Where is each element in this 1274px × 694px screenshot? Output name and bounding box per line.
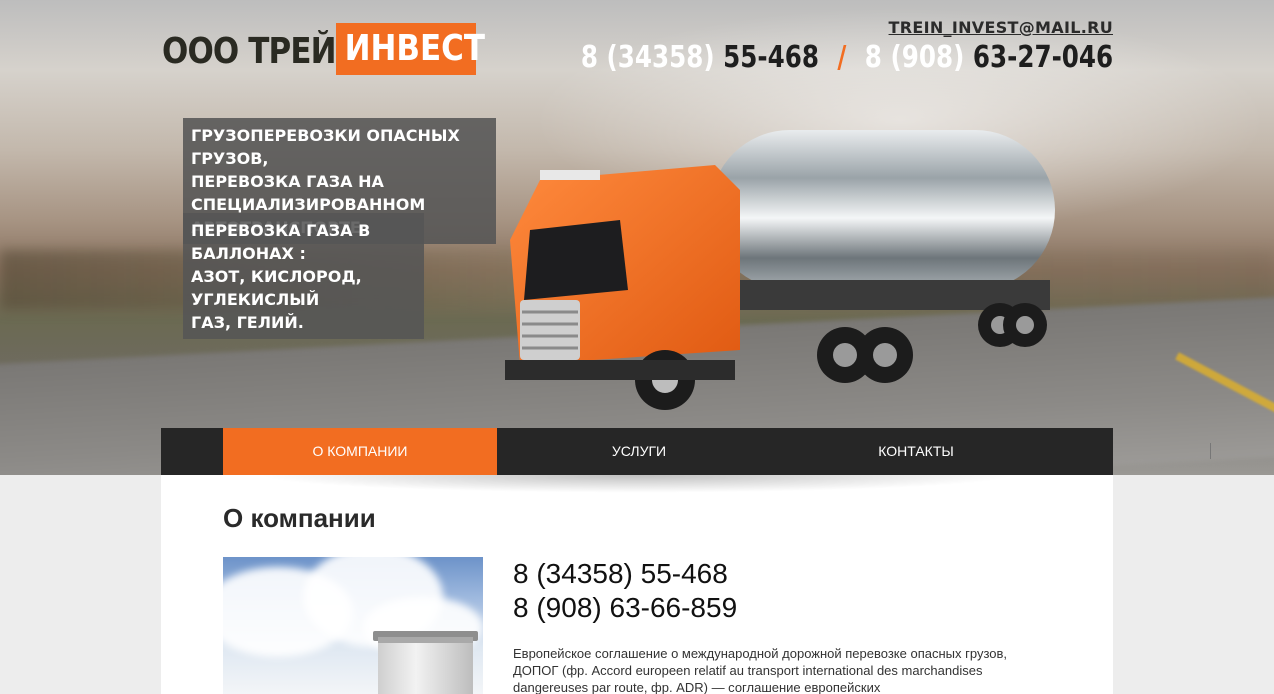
content-area: О компании 8 (34358) 55-468 8 (908) 63-6…	[161, 475, 1113, 694]
phone2-number: 63-27-046	[972, 40, 1113, 75]
phone-separator: /	[837, 40, 847, 75]
nav-item-contacts[interactable]: КОНТАКТЫ	[781, 428, 1051, 475]
site-logo[interactable]: ООО ТРЕЙН ИНВЕСТ	[162, 23, 485, 76]
content-shadow	[161, 475, 1113, 501]
tanker-truck-image	[505, 130, 1055, 410]
promo-block-gas: ПЕРЕВОЗКА ГАЗА В БАЛЛОНАХ : АЗОТ, КИСЛОР…	[183, 213, 424, 339]
email-link[interactable]: TREIN_INVEST@MAIL.RU	[889, 18, 1113, 37]
promo-line: ПЕРЕВОЗКА ГАЗА В БАЛЛОНАХ :	[191, 221, 371, 263]
page-title: О компании	[223, 503, 376, 533]
header-phones: 8 (34358) 55-468 / 8 (908) 63-27-046	[581, 40, 1113, 75]
nav-divider	[1210, 443, 1211, 459]
phone1-number: 55-468	[723, 40, 819, 75]
content-phone-2: 8 (908) 63-66-859	[513, 592, 738, 623]
nav-item-about[interactable]: О КОМПАНИИ	[223, 428, 497, 475]
promo-line: ПЕРЕВОЗКА ГАЗА НА	[191, 172, 384, 191]
promo-line: АЗОТ, КИСЛОРОД, УГЛЕКИСЛЫЙ	[191, 267, 362, 309]
nav-item-services[interactable]: УСЛУГИ	[497, 428, 781, 475]
about-text: Европейское соглашение о международной д…	[513, 646, 1007, 694]
main-nav: О КОМПАНИИ УСЛУГИ КОНТАКТЫ	[161, 428, 1211, 475]
logo-text-dark: ООО ТРЕЙН	[162, 30, 362, 72]
promo-line: ГРУЗОПЕРЕВОЗКИ ОПАСНЫХ ГРУЗОВ,	[191, 126, 460, 168]
phone1-code: 8 (34358)	[580, 40, 715, 75]
promo-line: ГАЗ, ГЕЛИЙ.	[191, 313, 304, 332]
content-phone-1: 8 (34358) 55-468	[513, 558, 728, 589]
logo-accent-box: ИНВЕСТ	[336, 23, 486, 75]
phone2-code: 8 (908)	[864, 40, 965, 75]
logo-text-accent: ИНВЕСТ	[344, 28, 486, 69]
company-photo	[223, 557, 483, 694]
